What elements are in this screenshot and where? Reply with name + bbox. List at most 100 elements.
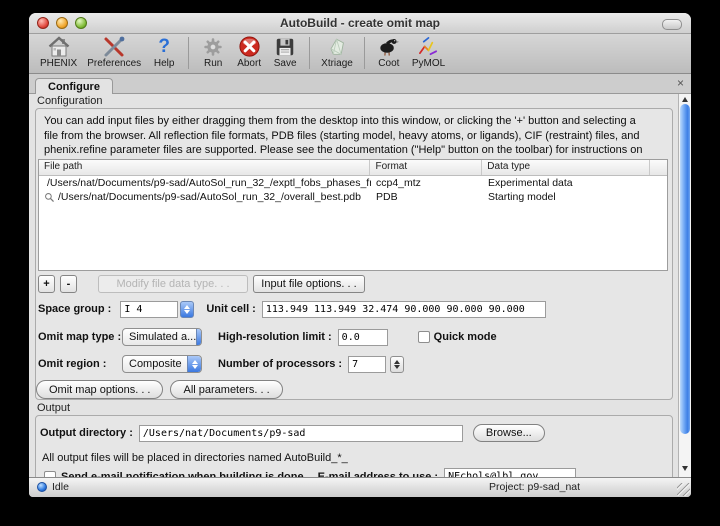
- toolbar-save-button[interactable]: Save: [267, 35, 303, 71]
- coot-bird-icon: [376, 35, 402, 58]
- scroll-up-icon[interactable]: [682, 97, 688, 102]
- window-title: AutoBuild - create omit map: [29, 13, 691, 33]
- minimize-window-button[interactable]: [56, 17, 68, 29]
- scroll-down-icon[interactable]: [682, 466, 688, 471]
- toolbar-xtriage-button[interactable]: Xtriage: [316, 35, 358, 71]
- toolbar-help-button[interactable]: ? Help: [146, 35, 182, 71]
- zoom-window-button[interactable]: [75, 17, 87, 29]
- unit-cell-label: Unit cell :: [206, 303, 256, 315]
- resize-grip[interactable]: [677, 483, 690, 496]
- run-gear-icon: [200, 35, 226, 58]
- toolbar-phenix-button[interactable]: PHENIX: [35, 35, 82, 71]
- browse-button[interactable]: Browse...: [473, 424, 545, 442]
- toolbar-run-button[interactable]: Run: [195, 35, 231, 71]
- quick-mode-label: Quick mode: [434, 331, 497, 343]
- dropdown-arrows-icon: [196, 329, 202, 345]
- output-directory-field[interactable]: /Users/nat/Documents/p9-sad: [139, 425, 463, 442]
- email-row: Send e-mail notification when building i…: [44, 468, 576, 477]
- toolbar-separator: [309, 37, 310, 69]
- omit-region-label: Omit region :: [38, 358, 122, 370]
- table-row[interactable]: /Users/nat/Documents/p9-sad/AutoSol_run_…: [39, 176, 667, 190]
- omit-region-value: Composite: [129, 358, 182, 370]
- column-header-format[interactable]: Format: [370, 160, 482, 175]
- traffic-lights: [37, 17, 87, 29]
- data-type-cell: Starting model: [483, 191, 651, 203]
- modify-file-data-type-button[interactable]: Modify file data type. . .: [98, 275, 248, 293]
- all-parameters-button[interactable]: All parameters. . .: [170, 380, 282, 399]
- save-floppy-icon: [272, 35, 298, 58]
- toolbar-label: Coot: [378, 58, 399, 69]
- omit-map-type-row: Omit map type : Simulated a... High-reso…: [38, 328, 497, 346]
- table-row[interactable]: /Users/nat/Documents/p9-sad/AutoSol_run_…: [39, 190, 667, 204]
- table-header-row: File path Format Data type: [39, 160, 667, 176]
- high-res-field[interactable]: 0.0: [338, 329, 388, 346]
- status-text: Idle: [52, 481, 69, 493]
- stepper-down-icon: [394, 365, 400, 369]
- title-bar[interactable]: AutoBuild - create omit map: [29, 13, 691, 34]
- space-group-stepper[interactable]: [180, 301, 194, 318]
- file-path-cell: /Users/nat/Documents/p9-sad/AutoSol_run_…: [47, 177, 371, 189]
- stepper-up-icon: [394, 360, 400, 364]
- close-window-button[interactable]: [37, 17, 49, 29]
- scrollbar-thumb[interactable]: [680, 104, 690, 434]
- output-note: All output files will be placed in direc…: [42, 452, 348, 464]
- action-buttons-row: Omit map options. . . All parameters. . …: [36, 380, 283, 399]
- toolbar-label: Help: [154, 58, 175, 69]
- email-address-field[interactable]: NEchols@lbl.gov: [444, 468, 576, 477]
- toolbar-separator: [364, 37, 365, 69]
- unit-cell-field[interactable]: 113.949 113.949 32.474 90.000 90.000 90.…: [262, 301, 546, 318]
- pymol-icon: [416, 35, 442, 58]
- close-tab-icon[interactable]: ×: [677, 76, 684, 90]
- omit-map-type-dropdown[interactable]: Simulated a...: [122, 328, 202, 346]
- num-processors-field[interactable]: 7: [348, 356, 386, 373]
- column-header-data-type[interactable]: Data type: [482, 160, 650, 175]
- num-processors-label: Number of processors :: [218, 358, 342, 370]
- configuration-section-label: Configuration: [37, 95, 102, 107]
- tab-bar: Configure ×: [29, 74, 691, 94]
- toolbar-pymol-button[interactable]: PyMOL: [407, 35, 450, 71]
- high-res-label: High-resolution limit :: [218, 331, 332, 343]
- input-file-options-button[interactable]: Input file options. . .: [253, 275, 365, 293]
- tab-configure[interactable]: Configure: [35, 78, 113, 94]
- omit-region-row: Omit region : Composite Number of proces…: [38, 355, 404, 373]
- dropdown-arrows-icon: [187, 356, 201, 372]
- space-group-field[interactable]: I 4: [120, 301, 178, 318]
- add-file-button[interactable]: +: [38, 275, 55, 293]
- toolbar-label: Preferences: [87, 58, 141, 69]
- omit-map-options-button[interactable]: Omit map options. . .: [36, 380, 163, 399]
- column-header-file-path[interactable]: File path: [39, 160, 370, 175]
- omit-region-dropdown[interactable]: Composite: [122, 355, 202, 373]
- column-header-spacer: [650, 160, 667, 175]
- space-group-row: Space group : I 4 Unit cell : 113.949 11…: [38, 300, 546, 318]
- output-groupbox: Output directory : /Users/nat/Documents/…: [35, 415, 673, 477]
- status-bar: Idle Project: p9-sad_nat: [29, 477, 691, 497]
- num-processors-stepper[interactable]: [390, 356, 404, 373]
- toolbar-toggle-pill[interactable]: [662, 19, 682, 30]
- toolbar-label: PyMOL: [412, 58, 445, 69]
- remove-file-button[interactable]: -: [60, 275, 77, 293]
- autobuild-window: AutoBuild - create omit map PHENIX: [29, 13, 691, 497]
- toolbar-preferences-button[interactable]: Preferences: [82, 35, 146, 71]
- vertical-scrollbar[interactable]: [678, 94, 691, 477]
- input-files-table[interactable]: File path Format Data type /Users/nat/Do…: [38, 159, 668, 271]
- toolbar-abort-button[interactable]: Abort: [231, 35, 267, 71]
- output-directory-row: Output directory : /Users/nat/Documents/…: [40, 424, 545, 442]
- abort-icon: [236, 35, 262, 58]
- omit-map-type-value: Simulated a...: [129, 331, 196, 343]
- format-cell: ccp4_mtz: [371, 177, 483, 189]
- toolbar-label: PHENIX: [40, 58, 77, 69]
- file-path-cell: /Users/nat/Documents/p9-sad/AutoSol_run_…: [58, 191, 361, 203]
- phenix-home-icon: [46, 35, 72, 58]
- file-buttons-row: + - Modify file data type. . . Input fil…: [38, 275, 365, 293]
- stepper-up-icon: [184, 305, 190, 309]
- help-question-icon: ?: [151, 35, 177, 58]
- quick-mode-checkbox[interactable]: [418, 331, 430, 343]
- project-label: Project: p9-sad_nat: [489, 481, 580, 493]
- toolbar-coot-button[interactable]: Coot: [371, 35, 407, 71]
- xtriage-crystal-icon: [324, 35, 350, 58]
- output-directory-label: Output directory :: [40, 427, 133, 439]
- configuration-groupbox: You can add input files by either draggi…: [35, 108, 673, 400]
- toolbar-label: Save: [274, 58, 297, 69]
- status-idle-icon: [37, 482, 47, 492]
- main-toolbar: PHENIX Preferences ? Help: [29, 34, 691, 74]
